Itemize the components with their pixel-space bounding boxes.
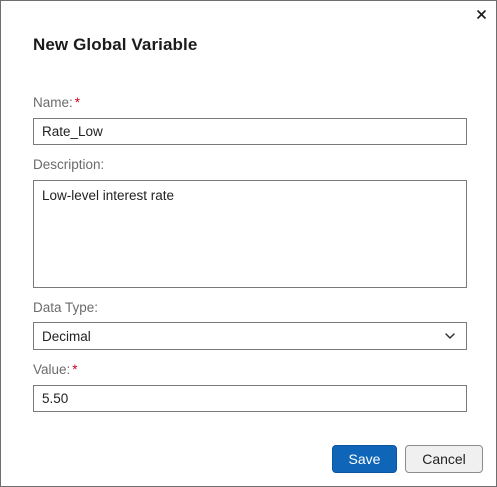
data-type-select[interactable]: Decimal (33, 322, 467, 350)
description-label: Description: (33, 157, 105, 172)
data-type-label: Data Type: (33, 300, 99, 315)
name-input[interactable] (33, 118, 467, 145)
name-label-row: Name: * (33, 95, 80, 110)
close-icon (476, 9, 486, 19)
save-button[interactable]: Save (332, 445, 397, 473)
chevron-down-icon (445, 333, 455, 339)
value-input[interactable] (33, 385, 467, 412)
description-textarea[interactable]: Low-level interest rate (33, 180, 467, 288)
name-label: Name: (33, 95, 73, 110)
close-button[interactable] (474, 7, 488, 21)
data-type-selected: Decimal (42, 328, 91, 344)
value-label: Value: (33, 362, 71, 377)
value-required-mark: * (72, 362, 78, 377)
cancel-button[interactable]: Cancel (405, 445, 483, 473)
description-text: Low-level interest rate (42, 188, 175, 203)
value-label-row: Value: * (33, 362, 78, 377)
name-required-mark: * (74, 95, 81, 110)
dialog-title: New Global Variable (33, 35, 198, 54)
new-global-variable-dialog: New Global Variable Name:* Description: … (0, 0, 497, 487)
